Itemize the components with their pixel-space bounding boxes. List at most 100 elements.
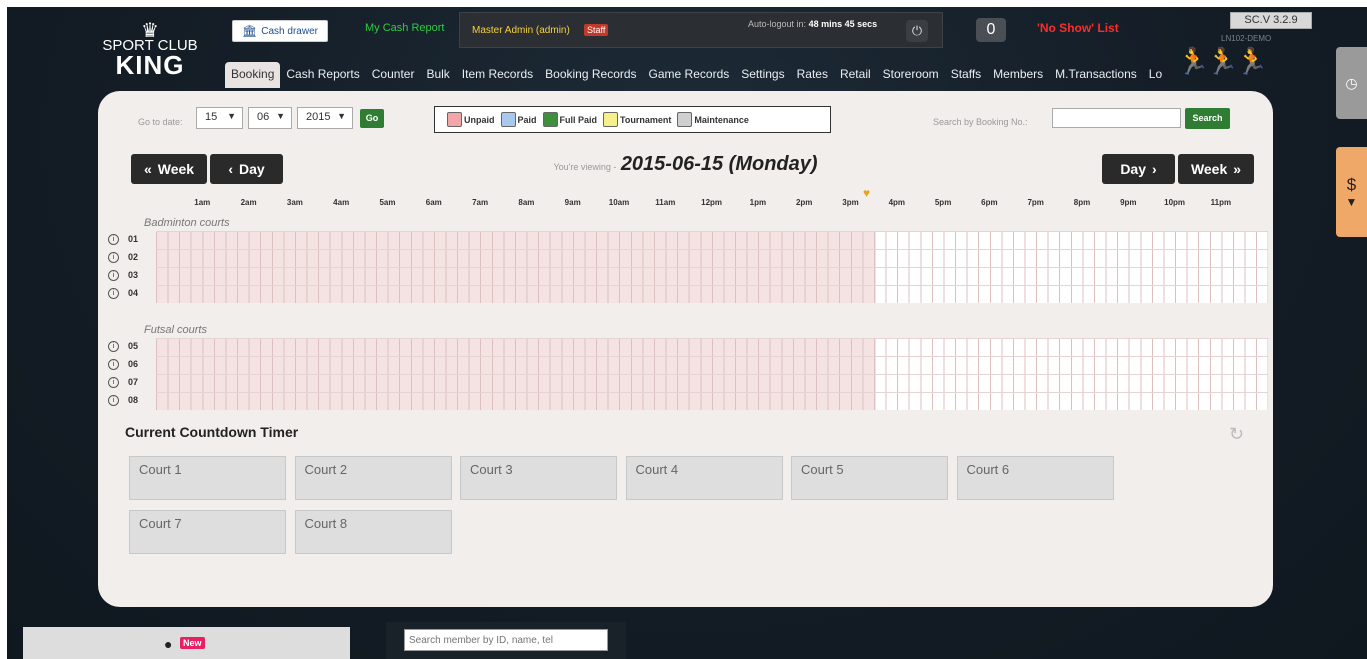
legend-label: Full Paid <box>559 114 598 125</box>
countdown-card[interactable]: Court 4 <box>625 456 783 500</box>
download-icon: ▼ <box>1345 195 1358 209</box>
hour-label: 3pm <box>842 198 859 207</box>
nav-item-staffs[interactable]: Staffs <box>945 62 987 88</box>
new-member-panel[interactable]: ● New <box>23 627 350 659</box>
month-select[interactable]: 06 ▼ <box>248 107 292 129</box>
hour-label: 6am <box>425 198 442 207</box>
countdown-card[interactable]: Court 8 <box>294 510 452 554</box>
no-show-list-link[interactable]: 'No Show' List <box>1037 21 1119 35</box>
my-cash-report-link[interactable]: My Cash Report <box>365 22 444 34</box>
hour-label: 1pm <box>749 198 767 207</box>
nav-item-booking[interactable]: Booking <box>225 62 281 88</box>
refresh-icon[interactable]: ↻ <box>1229 424 1244 445</box>
time-slots[interactable] <box>156 285 1268 303</box>
countdown-card[interactable]: Court 3 <box>460 456 617 500</box>
nav-item-rates[interactable]: Rates <box>791 62 834 88</box>
time-slots[interactable] <box>156 356 1268 374</box>
nav-item-members[interactable]: Members <box>987 62 1049 88</box>
hour-label: 10am <box>608 198 630 207</box>
year-select[interactable]: 2015 ▼ <box>297 107 353 129</box>
day-select[interactable]: 15 ▼ <box>196 107 243 129</box>
hour-label: 7am <box>472 198 489 207</box>
admin-name[interactable]: Master Admin (admin) <box>472 25 570 36</box>
countdown-card[interactable]: Court 1 <box>129 456 286 500</box>
court-number: 02 <box>128 252 139 262</box>
info-icon[interactable]: i <box>108 288 119 299</box>
countdown-card[interactable]: Court 7 <box>129 510 286 554</box>
cash-drawer-label: Cash drawer <box>261 25 318 37</box>
nav-item-retail[interactable]: Retail <box>834 62 877 88</box>
info-icon[interactable]: i <box>108 270 119 281</box>
court-row: i 01 <box>108 231 1268 249</box>
legend-item-paid: Paid <box>500 112 537 127</box>
time-slots[interactable] <box>156 249 1268 267</box>
main-nav: Booking Cash Reports Counter Bulk Item Recor… <box>225 62 1168 88</box>
hour-label: 3am <box>286 198 303 207</box>
time-slots[interactable] <box>156 267 1268 285</box>
time-slots[interactable] <box>156 231 1268 249</box>
nav-item-storeroom[interactable]: Storeroom <box>877 62 945 88</box>
viewing-date: You're viewing - 2015-06-15 (Monday) <box>98 153 1273 176</box>
nav-item-cash-reports[interactable]: Cash Reports <box>280 62 365 88</box>
nav-item-item-records[interactable]: Item Records <box>456 62 539 88</box>
notification-count[interactable]: 0 <box>976 18 1006 42</box>
goto-date-label: Go to date: <box>138 117 183 127</box>
hour-axis: 1am 2am 3am 4am 5am 6am 7am 8am 9am 10am 11am 12pm 1… <box>98 198 1273 210</box>
year-value: 2015 <box>306 111 331 123</box>
hour-label: 11pm <box>1210 198 1232 207</box>
section-label: Badminton courts <box>144 217 230 229</box>
info-icon[interactable]: i <box>108 377 119 388</box>
cash-drawer-button[interactable]: 🏛 Cash drawer <box>232 20 328 42</box>
autologout-text: Auto-logout in: 48 mins 45 secs <box>748 19 877 29</box>
info-icon[interactable]: i <box>108 359 119 370</box>
side-tab-cash[interactable]: $ ▼ <box>1336 147 1367 237</box>
legend-label: Tournament <box>620 114 672 125</box>
court-number: 08 <box>128 395 139 405</box>
nav-item-game-records[interactable]: Game Records <box>643 62 736 88</box>
hour-label: 6pm <box>981 198 998 207</box>
nav-item-booking-records[interactable]: Booking Records <box>539 62 642 88</box>
hour-label: 10pm <box>1164 198 1186 207</box>
side-tab-timer[interactable]: ◷ <box>1336 47 1367 119</box>
court-row: i 05 <box>108 338 1268 356</box>
member-search-input[interactable] <box>404 629 608 651</box>
go-button[interactable]: Go <box>360 109 384 128</box>
member-search-panel <box>386 622 626 659</box>
time-slots[interactable] <box>156 338 1268 356</box>
legend-item-maintenance: Maintenance <box>677 112 749 127</box>
nav-item-lo[interactable]: Lo <box>1143 62 1168 88</box>
search-booking-label: Search by Booking No.: <box>933 117 1028 127</box>
legend-item-tournament: Tournament <box>603 112 671 127</box>
info-icon[interactable]: i <box>108 252 119 263</box>
info-icon[interactable]: i <box>108 341 119 352</box>
next-day-button[interactable]: Day › <box>1102 154 1175 184</box>
nav-item-settings[interactable]: Settings <box>735 62 790 88</box>
time-slots[interactable] <box>156 392 1268 410</box>
countdown-card[interactable]: Court 6 <box>956 456 1114 500</box>
nav-item-m-transactions[interactable]: M.Transactions <box>1049 62 1143 88</box>
next-week-button[interactable]: Week » <box>1178 154 1254 184</box>
nav-item-counter[interactable]: Counter <box>366 62 421 88</box>
info-icon[interactable]: i <box>108 234 119 245</box>
countdown-card[interactable]: Court 5 <box>791 456 948 500</box>
admin-bar: Master Admin (admin) Staff Auto-logout i… <box>459 12 943 48</box>
court-number: 07 <box>128 377 139 387</box>
booking-search-input[interactable] <box>1052 108 1181 128</box>
dollar-icon: $ <box>1346 175 1357 194</box>
legend-label: Unpaid <box>464 114 495 125</box>
countdown-timer-title: Current Countdown Timer <box>125 424 299 440</box>
hour-label: 9am <box>564 198 581 207</box>
countdown-card[interactable]: Court 2 <box>294 456 452 500</box>
logo-line-2: KING <box>115 50 185 80</box>
legend-label: Maintenance <box>694 114 749 125</box>
viewing-prefix: You're viewing - <box>553 162 617 172</box>
info-icon[interactable]: i <box>108 395 119 406</box>
search-button[interactable]: Search <box>1185 108 1230 129</box>
time-slots[interactable] <box>156 374 1268 392</box>
app-frame: ♛ SPORT CLUB KING 🏛 Cash drawer My Cash … <box>7 7 1367 659</box>
power-icon[interactable]: ⏻ <box>906 20 928 42</box>
hour-label: 7pm <box>1027 198 1044 207</box>
nav-item-bulk[interactable]: Bulk <box>420 62 455 88</box>
hour-label: 4pm <box>888 198 906 207</box>
legend-swatch <box>677 112 693 127</box>
